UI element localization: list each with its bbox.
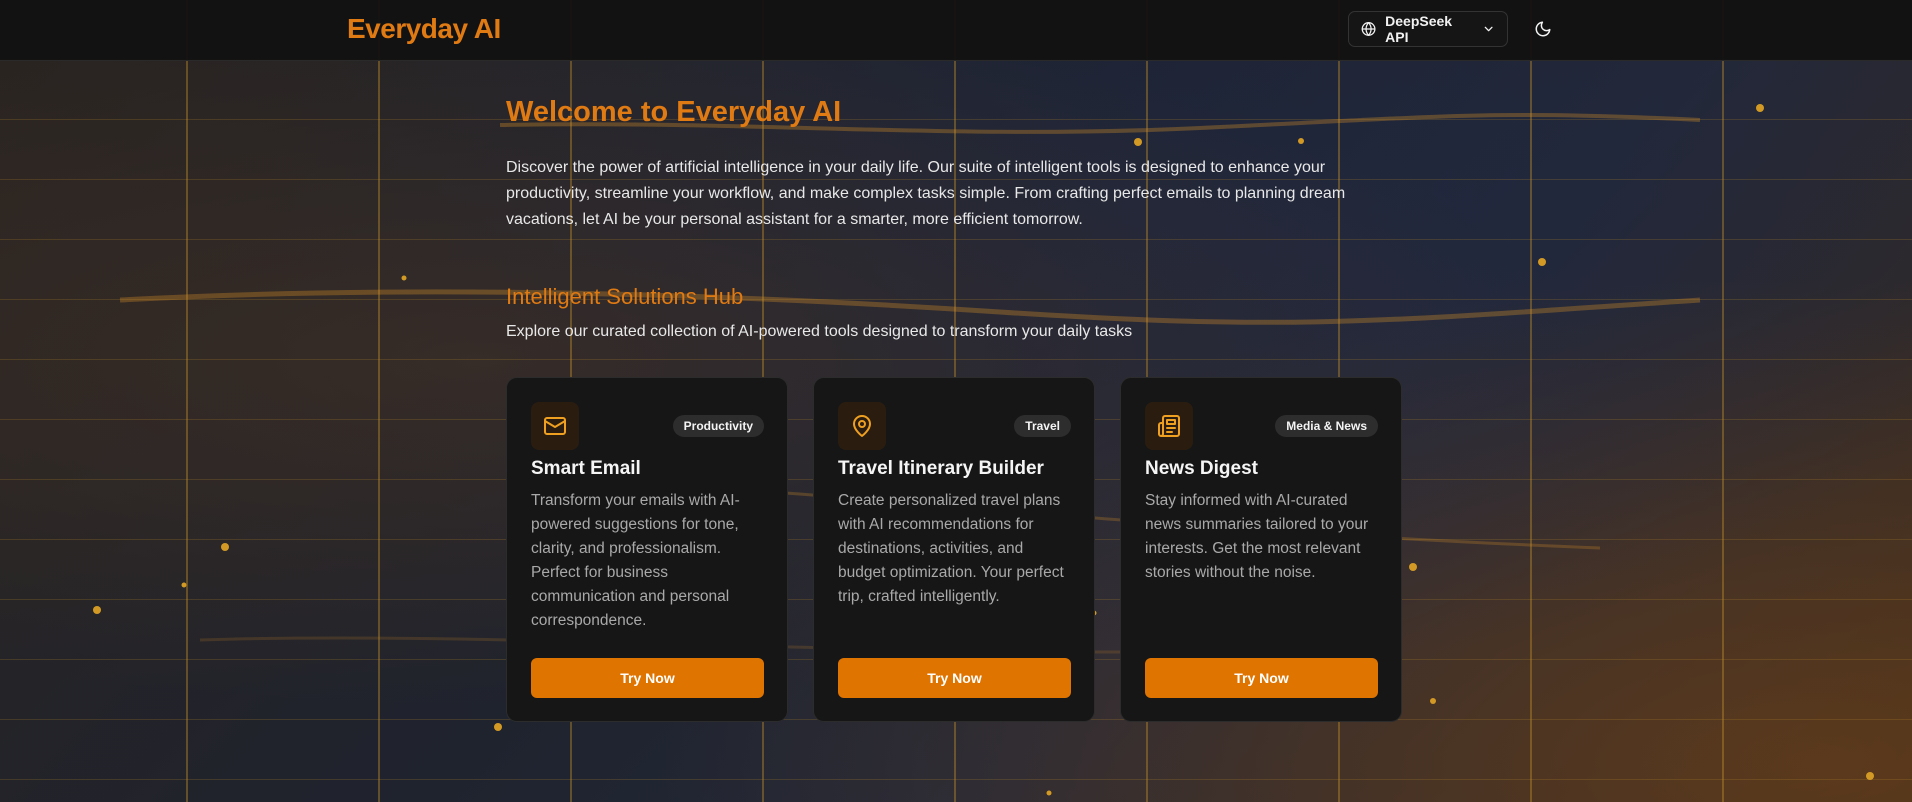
card-title: News Digest [1145, 458, 1258, 479]
try-now-button[interactable]: Try Now [1145, 658, 1378, 698]
category-badge: Productivity [672, 415, 764, 437]
moon-icon [1535, 21, 1551, 37]
hub-subtitle: Explore our curated collection of AI-pow… [506, 323, 1133, 340]
globe-icon [1361, 22, 1376, 36]
map-pin-icon [853, 415, 871, 437]
theme-toggle-button[interactable] [1530, 16, 1556, 42]
card-title: Smart Email [531, 458, 641, 479]
tool-cards: Productivity Smart Email Transform your … [506, 377, 1402, 722]
card-description: Create personalized travel plans with AI… [838, 492, 1064, 605]
tool-card-smart-email: Productivity Smart Email Transform your … [506, 377, 788, 722]
category-badge: Travel [1014, 415, 1071, 437]
card-icon-wrapper [838, 402, 886, 450]
welcome-title: Welcome to Everyday AI [506, 96, 842, 128]
welcome-description: Discover the power of artificial intelli… [506, 159, 1346, 228]
try-now-button[interactable]: Try Now [531, 658, 764, 698]
card-icon-wrapper [531, 402, 579, 450]
chevron-down-icon [1484, 26, 1493, 32]
mail-icon [544, 417, 566, 435]
try-now-button[interactable]: Try Now [838, 658, 1071, 698]
card-description: Stay informed with AI-curated news summa… [1145, 492, 1369, 581]
api-provider-select[interactable]: DeepSeek API [1348, 11, 1508, 47]
top-navbar: Everyday AI DeepSeek API [0, 0, 1912, 61]
hub-title: Intelligent Solutions Hub [506, 284, 744, 309]
brand-logo[interactable]: Everyday AI [347, 13, 501, 45]
api-select-value: DeepSeek API [1385, 13, 1453, 45]
card-description: Transform your emails with AI-powered su… [531, 492, 740, 629]
card-icon-wrapper [1145, 402, 1193, 450]
tool-card-travel-itinerary: Travel Travel Itinerary Builder Create p… [813, 377, 1095, 722]
newspaper-icon [1158, 415, 1180, 437]
tool-card-news-digest: Media & News News Digest Stay informed w… [1120, 377, 1402, 722]
category-badge: Media & News [1275, 415, 1378, 437]
card-title: Travel Itinerary Builder [838, 458, 1044, 479]
